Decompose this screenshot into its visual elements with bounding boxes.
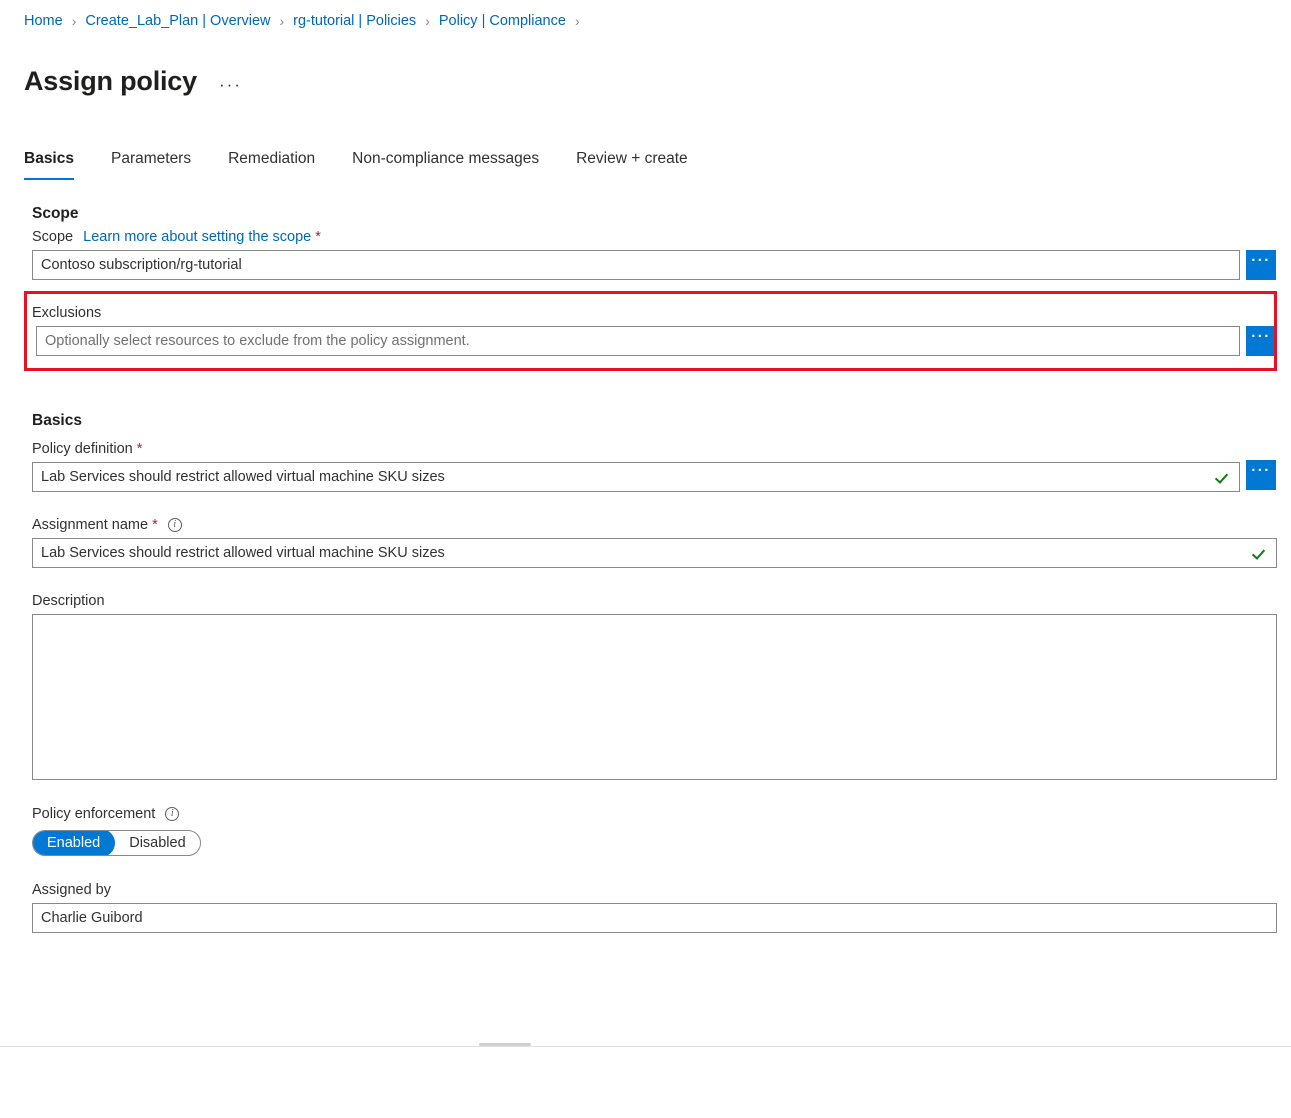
info-icon[interactable]: i bbox=[167, 518, 182, 532]
breadcrumb-item-policy-compliance[interactable]: Policy | Compliance bbox=[439, 11, 566, 31]
assigned-by-input[interactable]: Charlie Guibord bbox=[32, 903, 1277, 933]
description-label-text: Description bbox=[32, 593, 105, 609]
assignment-name-required-mark: * bbox=[152, 517, 158, 533]
policy-enforcement-label-text: Policy enforcement bbox=[32, 806, 156, 822]
ellipsis-icon: ··· bbox=[1251, 328, 1271, 345]
assignment-name-input[interactable]: Lab Services should restrict allowed vir… bbox=[32, 538, 1277, 568]
valid-check-icon bbox=[1252, 545, 1268, 561]
basics-section-heading: Basics bbox=[32, 412, 82, 429]
valid-check-icon bbox=[1215, 469, 1231, 485]
scope-field-label: Scope Learn more about setting the scope… bbox=[32, 227, 321, 247]
scope-section-heading: Scope bbox=[32, 205, 79, 222]
scope-browse-button[interactable]: ··· bbox=[1246, 250, 1276, 280]
assignment-name-label-text: Assignment name bbox=[32, 517, 149, 533]
panel-resize-handle[interactable] bbox=[479, 1043, 531, 1046]
tab-bar: Basics Parameters Remediation Non-compli… bbox=[24, 148, 725, 180]
policy-definition-input[interactable]: Lab Services should restrict allowed vir… bbox=[32, 462, 1240, 492]
breadcrumb-separator-icon: › bbox=[574, 13, 580, 29]
info-icon[interactable]: i bbox=[165, 807, 180, 821]
breadcrumb: Home › Create_Lab_Plan | Overview › rg-t… bbox=[24, 11, 589, 31]
page-title: Assign policy bbox=[24, 66, 197, 97]
exclusions-input[interactable]: Optionally select resources to exclude f… bbox=[36, 326, 1240, 356]
policy-definition-label-text: Policy definition bbox=[32, 441, 133, 457]
footer-bar: Review + create Cancel Previous Next bbox=[0, 1047, 1291, 1118]
policy-enforcement-option-disabled[interactable]: Disabled bbox=[115, 831, 199, 855]
breadcrumb-separator-icon: › bbox=[425, 13, 430, 29]
assign-policy-page: Home › Create_Lab_Plan | Overview › rg-t… bbox=[0, 0, 1291, 1118]
tab-basics[interactable]: Basics bbox=[24, 148, 74, 180]
ellipsis-icon: ··· bbox=[1251, 462, 1271, 479]
assignment-name-field-label: Assignment name * i bbox=[32, 515, 182, 535]
assigned-by-label-text: Assigned by bbox=[32, 882, 111, 898]
description-field-label: Description bbox=[32, 591, 105, 611]
policy-definition-field-label: Policy definition * bbox=[32, 439, 142, 459]
scope-input[interactable]: Contoso subscription/rg-tutorial bbox=[32, 250, 1240, 280]
more-options-icon[interactable]: ··· bbox=[219, 76, 242, 93]
description-textarea[interactable] bbox=[32, 614, 1277, 780]
breadcrumb-item-rg-tutorial-policies[interactable]: rg-tutorial | Policies bbox=[293, 11, 416, 31]
tab-parameters[interactable]: Parameters bbox=[111, 148, 191, 180]
breadcrumb-item-create-lab-plan[interactable]: Create_Lab_Plan | Overview bbox=[85, 11, 270, 31]
exclusions-field-label: Exclusions bbox=[32, 303, 101, 323]
page-title-row: Assign policy ··· bbox=[24, 46, 242, 116]
tab-review-create[interactable]: Review + create bbox=[576, 148, 688, 180]
breadcrumb-item-home[interactable]: Home bbox=[24, 11, 63, 31]
assignment-name-input-value: Lab Services should restrict allowed vir… bbox=[41, 545, 445, 561]
exclusions-input-placeholder: Optionally select resources to exclude f… bbox=[45, 333, 470, 349]
scope-label-text: Scope bbox=[32, 229, 74, 245]
breadcrumb-separator-icon: › bbox=[71, 13, 77, 29]
tab-remediation[interactable]: Remediation bbox=[228, 148, 315, 180]
assigned-by-field-label: Assigned by bbox=[32, 880, 111, 900]
ellipsis-icon: ··· bbox=[1251, 252, 1271, 269]
breadcrumb-separator-icon: › bbox=[279, 13, 285, 29]
scope-input-value: Contoso subscription/rg-tutorial bbox=[41, 257, 242, 273]
scope-learn-more-link[interactable]: Learn more about setting the scope bbox=[83, 227, 311, 247]
policy-definition-input-value: Lab Services should restrict allowed vir… bbox=[41, 469, 445, 485]
policy-definition-required-mark: * bbox=[136, 441, 143, 457]
scope-required-mark: * bbox=[315, 229, 321, 245]
policy-enforcement-toggle[interactable]: Enabled Disabled bbox=[32, 830, 201, 856]
tab-non-compliance-messages[interactable]: Non-compliance messages bbox=[352, 148, 539, 180]
assigned-by-input-value: Charlie Guibord bbox=[41, 910, 143, 926]
exclusions-label-text: Exclusions bbox=[32, 305, 102, 321]
policy-definition-browse-button[interactable]: ··· bbox=[1246, 460, 1276, 490]
policy-enforcement-option-enabled[interactable]: Enabled bbox=[32, 831, 116, 855]
policy-enforcement-field-label: Policy enforcement i bbox=[32, 804, 180, 824]
exclusions-browse-button[interactable]: ··· bbox=[1246, 326, 1276, 356]
